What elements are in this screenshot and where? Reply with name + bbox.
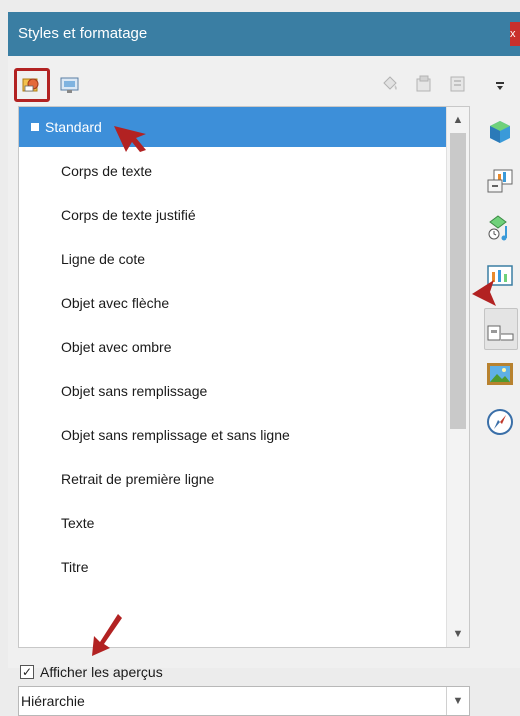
- styles-list[interactable]: Standard Corps de texte Corps de texte j…: [18, 106, 470, 648]
- update-style-icon: [450, 76, 465, 92]
- annotation-arrow-styles-tab: [472, 280, 496, 306]
- update-style-button[interactable]: [444, 70, 472, 98]
- style-filter-value: Hiérarchie: [21, 693, 85, 709]
- sidebar-tab-navigator[interactable]: [484, 406, 516, 438]
- scroll-down-icon[interactable]: ▼: [447, 623, 469, 645]
- slide-transition-icon: [487, 169, 513, 193]
- fill-format-mode-icon: [383, 76, 397, 90]
- show-previews-option[interactable]: ✓ Afficher les aperçus: [20, 662, 163, 682]
- new-style-from-selection-icon: [416, 75, 431, 92]
- list-item[interactable]: Retrait de première ligne: [19, 459, 447, 499]
- presentation-styles-button[interactable]: [56, 71, 84, 99]
- list-item[interactable]: Objet avec flèche: [19, 283, 447, 323]
- sidebar-tab-animation[interactable]: [484, 212, 516, 244]
- vertical-scrollbar[interactable]: ▲ ▼: [446, 107, 469, 647]
- sidebar-menu-button[interactable]: [484, 70, 516, 102]
- deck-title-bar: Styles et formatage x: [8, 12, 520, 56]
- sidebar-tab-slide-transition[interactable]: [484, 164, 516, 196]
- style-filter-select[interactable]: Hiérarchie ▼: [18, 686, 470, 716]
- list-item-label: Standard: [45, 119, 102, 135]
- list-item[interactable]: Texte: [19, 503, 447, 543]
- chevron-down-icon[interactable]: ▼: [446, 687, 469, 715]
- scroll-up-icon[interactable]: ▲: [447, 109, 469, 131]
- list-item-standard[interactable]: Standard: [19, 107, 447, 147]
- sidebar-tabbar: [478, 56, 520, 668]
- new-style-from-selection-button[interactable]: [410, 70, 438, 98]
- fill-format-mode-button[interactable]: [376, 70, 404, 98]
- navigator-icon: [487, 409, 513, 435]
- styles-icon: [487, 325, 514, 341]
- sidebar-tab-properties[interactable]: [484, 116, 516, 148]
- drawing-styles-icon: [22, 78, 39, 92]
- list-item[interactable]: Objet sans remplissage: [19, 371, 447, 411]
- sidebar-menu-icon: [496, 82, 504, 90]
- list-item[interactable]: Objet avec ombre: [19, 327, 447, 367]
- deck-title: Styles et formatage: [18, 25, 148, 42]
- styles-toolbar: [8, 56, 478, 108]
- drawing-styles-button[interactable]: [14, 68, 50, 102]
- show-previews-checkbox[interactable]: ✓: [20, 665, 34, 679]
- collapse-icon[interactable]: [31, 123, 39, 132]
- presentation-styles-icon: [60, 77, 79, 93]
- list-item[interactable]: Objet sans remplissage et sans ligne: [19, 415, 447, 455]
- list-item[interactable]: Corps de texte justifié: [19, 195, 447, 235]
- show-previews-label: Afficher les aperçus: [40, 664, 163, 680]
- annotation-arrow-filter: [92, 614, 122, 656]
- annotation-arrow-standard: [114, 126, 146, 152]
- gallery-icon: [487, 363, 513, 385]
- scroll-thumb[interactable]: [450, 133, 466, 429]
- list-item[interactable]: Titre: [19, 547, 447, 587]
- close-icon[interactable]: x: [510, 22, 520, 46]
- styles-panel: Standard Corps de texte Corps de texte j…: [8, 56, 479, 716]
- sidebar-tab-styles[interactable]: [484, 308, 518, 350]
- sidebar-tab-gallery[interactable]: [484, 358, 516, 390]
- properties-icon: [490, 121, 510, 143]
- list-item[interactable]: Corps de texte: [19, 151, 447, 191]
- list-item[interactable]: Ligne de cote: [19, 239, 447, 279]
- animation-icon: [488, 215, 507, 241]
